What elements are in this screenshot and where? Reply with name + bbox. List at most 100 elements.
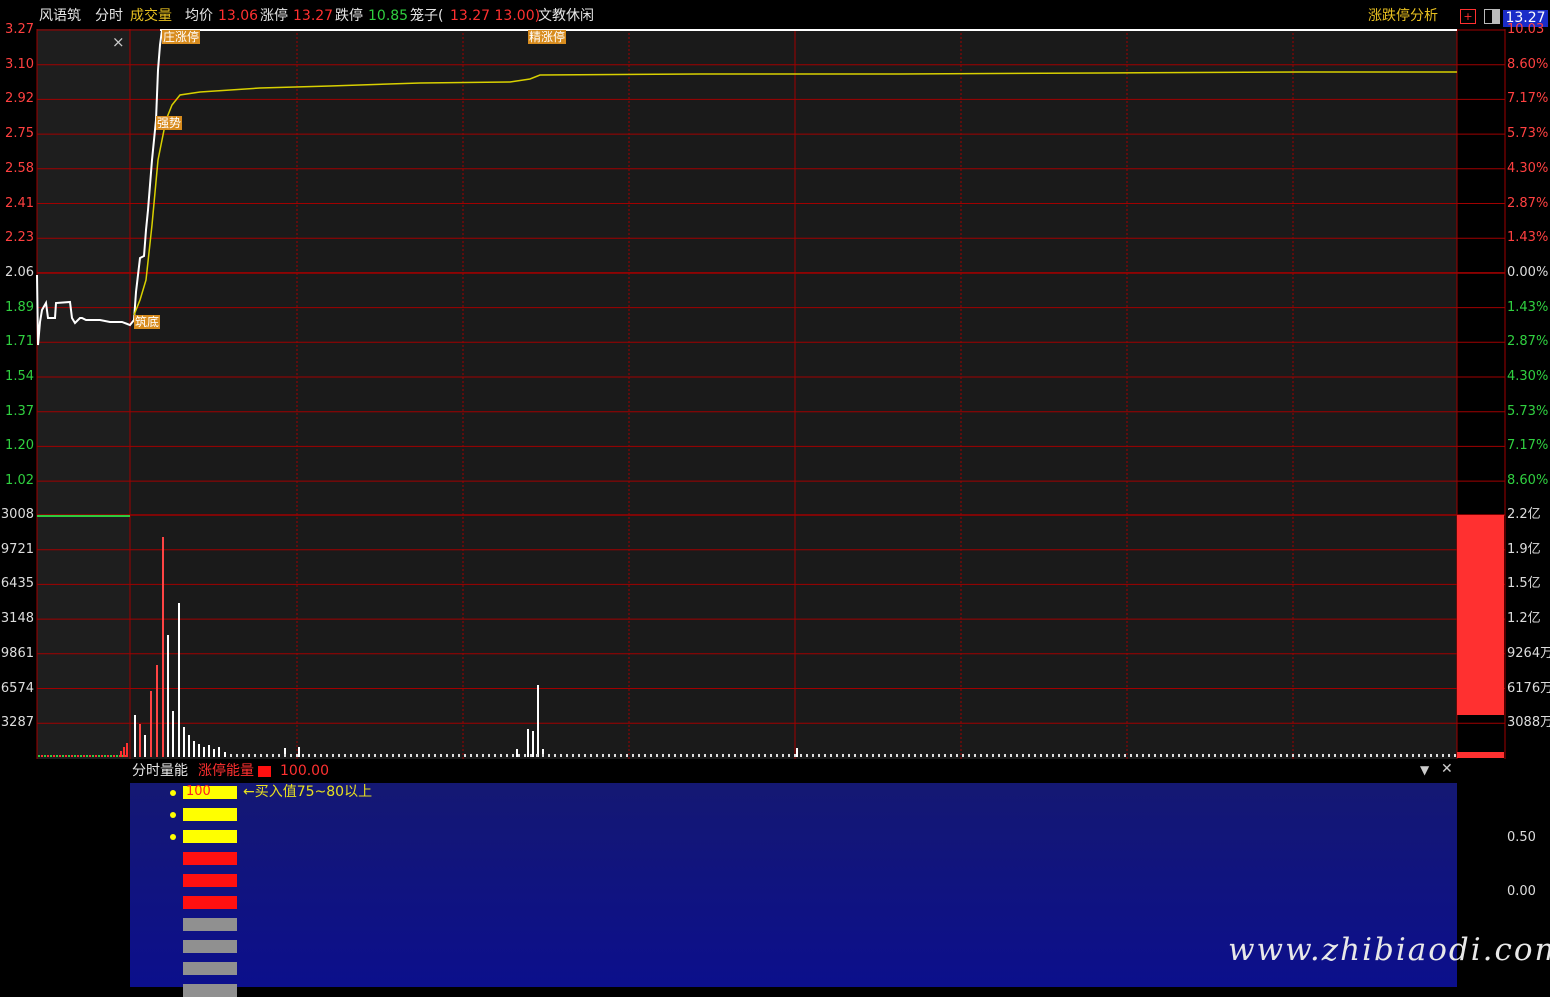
volume-bar (1412, 754, 1414, 757)
tag-bottom: 筑底 (134, 315, 161, 329)
volume-bar (134, 715, 136, 757)
limit-down-value: 10.85 (368, 8, 409, 24)
volume-bar (644, 754, 646, 757)
volume-bar (1244, 754, 1246, 757)
volume-bar (183, 727, 185, 757)
volume-bar (230, 754, 232, 757)
price-tick-right-1: 8.60% (1507, 56, 1549, 72)
price-tick-left-5: 2.41 (5, 195, 34, 211)
volume-bar (560, 754, 562, 757)
price-tick-left-3: 2.75 (5, 126, 34, 142)
volume-bar (494, 754, 496, 757)
volume-bar (842, 754, 844, 757)
indicator-dot (170, 812, 176, 818)
volume-bar (1364, 754, 1366, 757)
volume-bar (516, 749, 518, 757)
price-tick-left-7: 2.06 (5, 264, 34, 280)
volume-bar (38, 755, 40, 757)
cage-value: 13.27 13.00) (450, 8, 541, 24)
volume-bar (680, 754, 682, 757)
panel-toggle-icon[interactable] (1484, 9, 1500, 24)
volume-bar (50, 755, 52, 757)
volume-bar (62, 755, 64, 757)
add-icon[interactable]: + (1460, 9, 1476, 24)
volume-bar (1436, 754, 1438, 757)
indicator-close-icon[interactable]: ✕ (1441, 761, 1453, 777)
volume-bar (794, 754, 796, 757)
volume-bar (162, 537, 164, 757)
volume-bar (1034, 754, 1036, 757)
sector-name[interactable]: 文教休闲 (538, 8, 594, 24)
pre-market-bg (37, 29, 130, 759)
volume-bar (1358, 754, 1360, 757)
volume-bar (320, 754, 322, 757)
volume-bar (710, 754, 712, 757)
volume-bar (878, 754, 880, 757)
volume-bar (920, 754, 922, 757)
volume-bar (113, 755, 115, 757)
volume-bar (1418, 754, 1420, 757)
volume-bar (422, 754, 424, 757)
indicator-hint: ←买入值75~80以上 (243, 784, 373, 800)
volume-bar (392, 754, 394, 757)
volume-bar (1454, 754, 1456, 757)
close-icon[interactable]: × (112, 33, 125, 51)
volume-bar (830, 754, 832, 757)
volume-bar (1094, 754, 1096, 757)
volume-bar (986, 754, 988, 757)
volume-bar (458, 754, 460, 757)
price-tick-right-4: 4.30% (1507, 160, 1549, 176)
price-tick-right-10: 4.30% (1507, 369, 1549, 384)
volume-bar (428, 754, 430, 757)
volume-bar (866, 754, 868, 757)
price-tick-right-8: 1.43% (1507, 299, 1549, 315)
volume-bar (1124, 754, 1126, 757)
volume-bar (482, 754, 484, 757)
volume-bar (488, 754, 490, 757)
volume-bar (156, 665, 158, 757)
volume-bar (950, 754, 952, 757)
volume-bar (530, 754, 532, 757)
indicator-bar (183, 984, 237, 997)
volume-bar (1448, 754, 1450, 757)
volume-bar (1178, 754, 1180, 757)
tab-volume[interactable]: 成交量 (130, 8, 172, 24)
volume-bar (1334, 754, 1336, 757)
volume-bar (998, 754, 1000, 757)
volume-bar (126, 743, 128, 757)
volume-bar (872, 754, 874, 757)
volume-bar (410, 754, 412, 757)
volume-bar (848, 754, 850, 757)
volume-bar (1394, 754, 1396, 757)
volume-bar (896, 754, 898, 757)
indicator-bar (183, 940, 237, 953)
volume-bar (1166, 754, 1168, 757)
tab-intraday[interactable]: 分时 (95, 8, 123, 24)
volume-bar (1256, 754, 1258, 757)
volume-bar (218, 747, 220, 757)
volume-bar (1052, 754, 1054, 757)
volume-bar (116, 755, 118, 757)
volume-bar (260, 754, 262, 757)
volume-bar (150, 691, 152, 757)
volume-bar (198, 744, 200, 757)
volume-bar (812, 754, 814, 757)
volume-bar (356, 754, 358, 757)
stock-name: 风语筑 (39, 8, 81, 24)
limit-down-label: 跌停 (335, 8, 363, 24)
volume-bar (500, 754, 502, 757)
limit-analysis-button[interactable]: 涨跌停分析 (1368, 8, 1438, 24)
volume-bar (254, 754, 256, 757)
volume-bar (1268, 754, 1270, 757)
volume-bar (527, 729, 529, 757)
price-tick-left-11: 1.37 (5, 403, 34, 419)
limit-up-label: 涨停 (260, 8, 288, 24)
indicator-dropdown-icon[interactable]: ▼ (1420, 762, 1429, 778)
volume-bar (638, 754, 640, 757)
volume-bar (776, 754, 778, 757)
volume-bar (107, 755, 109, 757)
volume-bar (860, 754, 862, 757)
top-info-bar: 风语筑 分时 成交量 均价 13.06 涨停 13.27 跌停 10.85 笼子… (0, 0, 1550, 28)
volume-bar (290, 754, 292, 757)
indicator-title[interactable]: 分时量能 (132, 763, 188, 779)
